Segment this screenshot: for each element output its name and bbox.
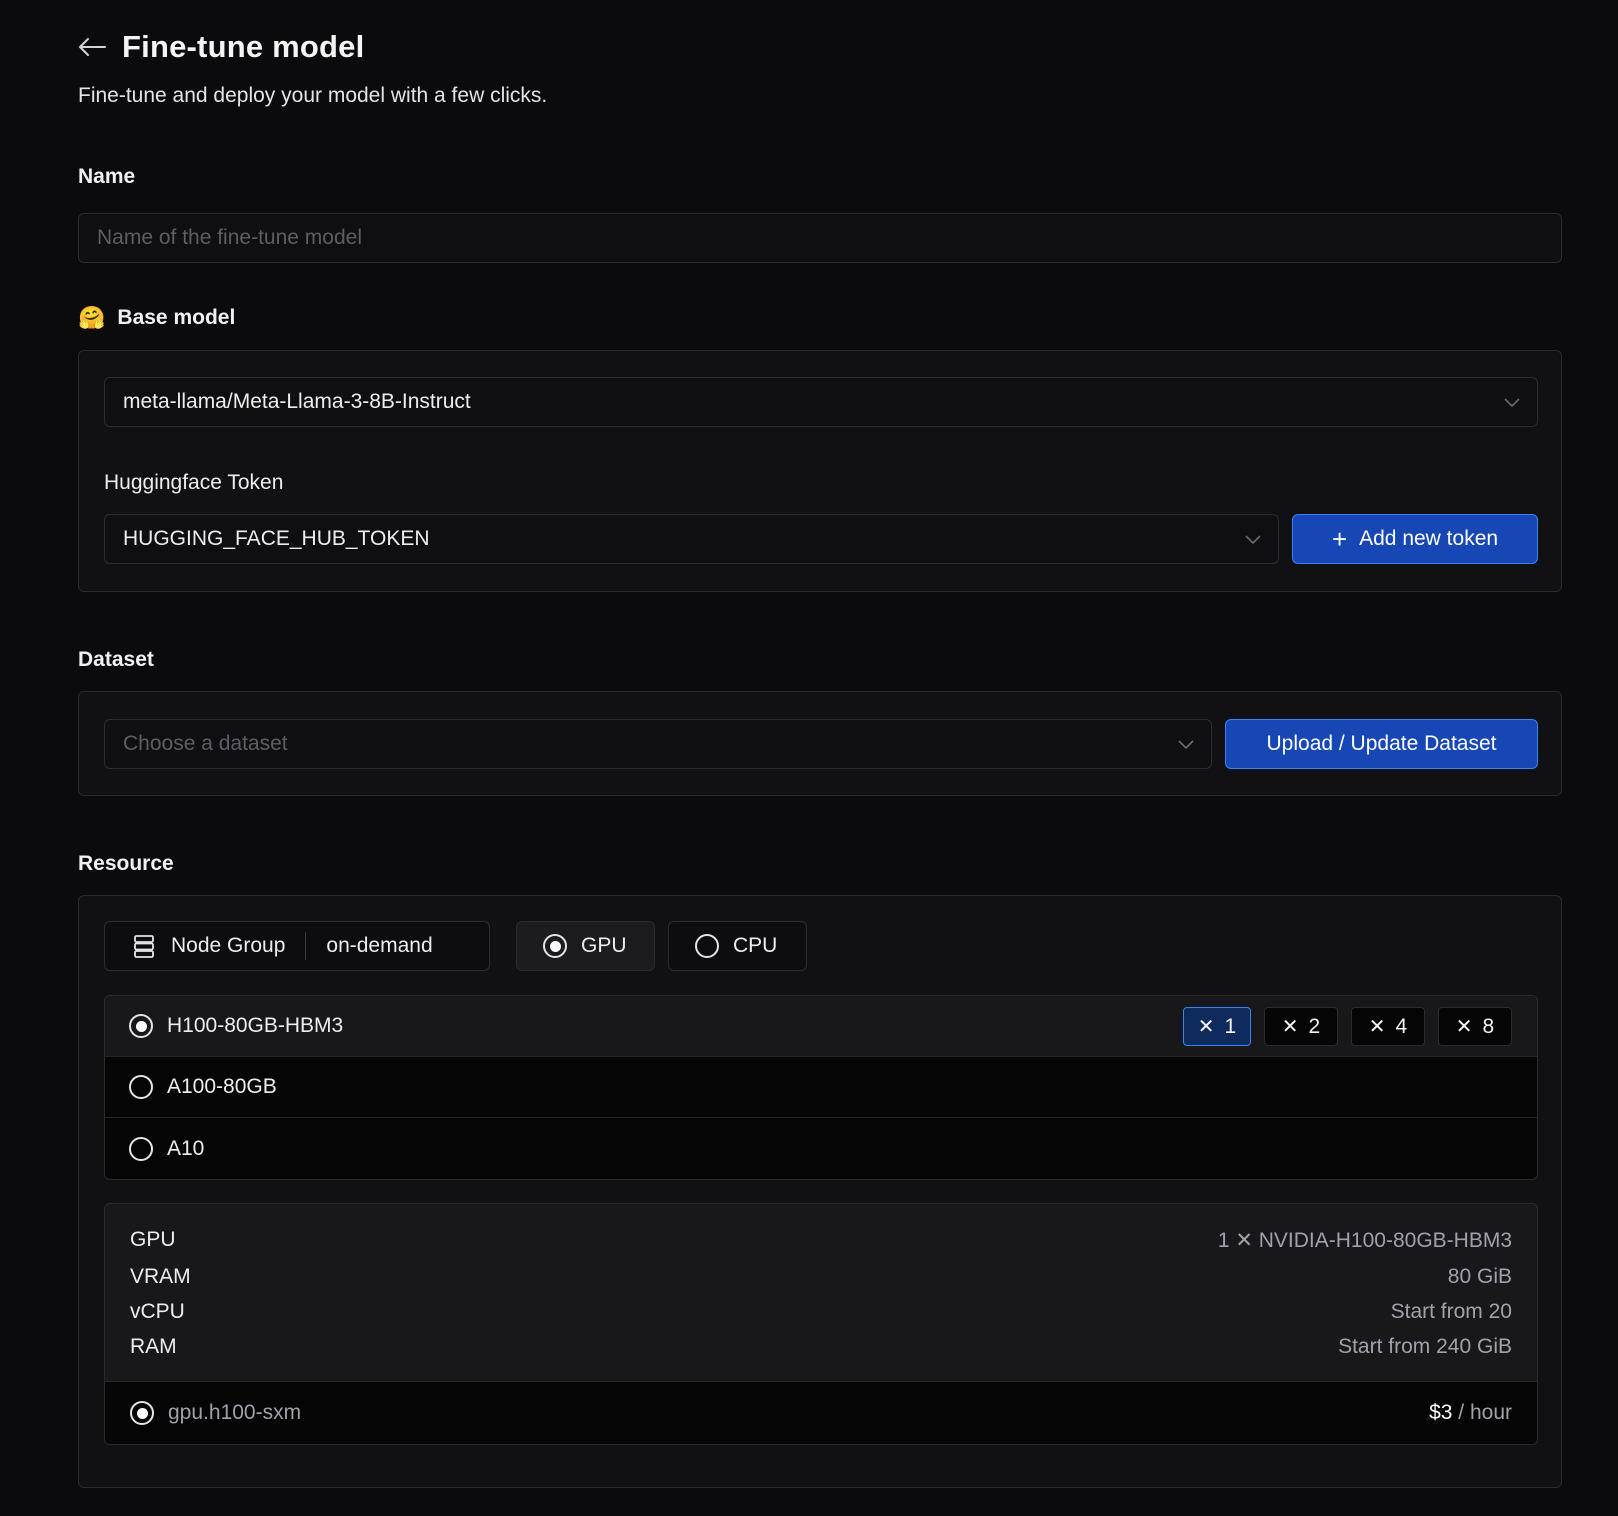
gpu-count-value: 1: [1224, 1014, 1237, 1038]
spec-row-ram: RAM Start from 240 GiB: [130, 1335, 1512, 1359]
gpu-option-name: A100-80GB: [167, 1075, 277, 1098]
gpu-count-4-button[interactable]: ✕ 4: [1351, 1007, 1425, 1046]
spec-key: vCPU: [130, 1300, 185, 1323]
gpu-option-a100[interactable]: A100-80GB: [105, 1057, 1537, 1118]
gpu-count-8-button[interactable]: ✕ 8: [1438, 1007, 1512, 1046]
huggingface-token-label: Huggingface Token: [104, 471, 284, 494]
base-model-panel: meta-llama/Meta-Llama-3-8B-Instruct Hugg…: [78, 350, 1562, 592]
instance-name: gpu.h100-sxm: [168, 1401, 302, 1424]
radio-selected-icon: [543, 934, 567, 958]
spec-key: VRAM: [130, 1265, 191, 1288]
compute-type-gpu[interactable]: GPU: [516, 921, 655, 971]
gpu-count-group: ✕ 1 ✕ 2 ✕ 4 ✕ 8: [1183, 1007, 1512, 1046]
gpu-option-a10[interactable]: A10: [105, 1118, 1537, 1179]
spec-value: Start from 20: [1390, 1300, 1512, 1323]
base-model-select[interactable]: meta-llama/Meta-Llama-3-8B-Instruct: [104, 377, 1538, 427]
gpu-count-1-button[interactable]: ✕ 1: [1183, 1007, 1251, 1046]
base-model-label-text: Base model: [117, 306, 236, 329]
radio-empty-icon: [129, 1136, 153, 1161]
instance-price: $3 / hour: [1429, 1401, 1512, 1425]
base-model-selected-value: meta-llama/Meta-Llama-3-8B-Instruct: [123, 390, 471, 413]
compute-type-cpu-label: CPU: [733, 934, 778, 957]
gpu-option-name: H100-80GB-HBM3: [167, 1014, 344, 1037]
times-icon: ✕: [1281, 1016, 1299, 1038]
server-icon: [134, 935, 154, 958]
spec-row-vram: VRAM 80 GiB: [130, 1265, 1512, 1289]
price-unit: / hour: [1452, 1401, 1512, 1424]
gpu-option-h100[interactable]: H100-80GB-HBM3 ✕ 1 ✕ 2 ✕ 4 ✕ 8: [105, 996, 1537, 1057]
upload-update-dataset-label: Upload / Update Dataset: [1266, 732, 1497, 755]
huggingface-token-value: HUGGING_FACE_HUB_TOKEN: [123, 527, 430, 550]
gpu-count-value: 2: [1308, 1014, 1321, 1038]
times-icon: ✕: [1197, 1016, 1215, 1038]
name-input-placeholder: Name of the fine-tune model: [97, 226, 362, 249]
page-subtitle: Fine-tune and deploy your model with a f…: [78, 84, 548, 107]
gpu-list: H100-80GB-HBM3 ✕ 1 ✕ 2 ✕ 4 ✕ 8 A100-80GB…: [104, 995, 1538, 1180]
times-icon: ✕: [1455, 1016, 1473, 1038]
hugging-face-icon: 🤗: [78, 305, 106, 330]
back-arrow-icon[interactable]: [74, 29, 110, 65]
chevron-down-icon: [1504, 398, 1520, 408]
add-new-token-button[interactable]: + Add new token: [1292, 514, 1538, 564]
name-input[interactable]: Name of the fine-tune model: [78, 213, 1562, 263]
price-amount: $3: [1429, 1401, 1453, 1424]
radio-selected-icon: [130, 1401, 154, 1425]
spec-details: GPU 1 ✕ NVIDIA-H100-80GB-HBM3 VRAM 80 Gi…: [105, 1204, 1537, 1381]
plus-icon: +: [1331, 524, 1348, 554]
spec-key: GPU: [130, 1228, 176, 1251]
times-icon: ✕: [1368, 1016, 1386, 1038]
page-header: Fine-tune model: [78, 26, 364, 68]
spec-row-gpu: GPU 1 ✕ NVIDIA-H100-80GB-HBM3: [130, 1228, 1512, 1253]
resource-label: Resource: [78, 852, 174, 875]
node-group-label: Node Group: [171, 934, 286, 957]
spec-value: Start from 240 GiB: [1338, 1335, 1512, 1358]
chevron-down-icon: [1178, 740, 1194, 750]
resource-panel: Node Group on-demand GPU CPU H100-80GB-H…: [78, 895, 1562, 1488]
dataset-placeholder: Choose a dataset: [123, 732, 288, 755]
name-label: Name: [78, 165, 136, 188]
instance-option[interactable]: gpu.h100-sxm $3 / hour: [105, 1381, 1537, 1444]
gpu-count-value: 4: [1395, 1014, 1408, 1038]
radio-empty-icon: [695, 934, 719, 958]
dataset-panel: Choose a dataset Upload / Update Dataset: [78, 691, 1562, 796]
gpu-count-2-button[interactable]: ✕ 2: [1264, 1007, 1338, 1046]
instance-spec-card: GPU 1 ✕ NVIDIA-H100-80GB-HBM3 VRAM 80 Gi…: [104, 1203, 1538, 1445]
spec-value: 80 GiB: [1447, 1265, 1512, 1288]
gpu-option-name: A10: [167, 1136, 205, 1160]
compute-type-cpu[interactable]: CPU: [668, 921, 807, 971]
spec-value: 1 ✕ NVIDIA-H100-80GB-HBM3: [1217, 1229, 1512, 1252]
gpu-count-value: 8: [1482, 1014, 1495, 1038]
spec-row-vcpu: vCPU Start from 20: [130, 1300, 1512, 1324]
spec-key: RAM: [130, 1335, 177, 1358]
upload-update-dataset-button[interactable]: Upload / Update Dataset: [1225, 719, 1538, 769]
huggingface-token-select[interactable]: HUGGING_FACE_HUB_TOKEN: [104, 514, 1279, 564]
add-new-token-label: Add new token: [1359, 527, 1499, 550]
radio-selected-icon: [129, 1014, 153, 1038]
radio-empty-icon: [129, 1075, 153, 1099]
dataset-select[interactable]: Choose a dataset: [104, 719, 1212, 769]
chevron-down-icon: [1245, 535, 1261, 545]
node-group-selector[interactable]: Node Group on-demand: [104, 921, 490, 971]
compute-type-gpu-label: GPU: [581, 934, 627, 957]
node-group-value: on-demand: [326, 934, 433, 957]
base-model-label: 🤗 Base model: [78, 305, 235, 331]
node-group-divider: [305, 932, 307, 960]
dataset-label: Dataset: [78, 648, 154, 671]
page-title: Fine-tune model: [122, 29, 365, 64]
